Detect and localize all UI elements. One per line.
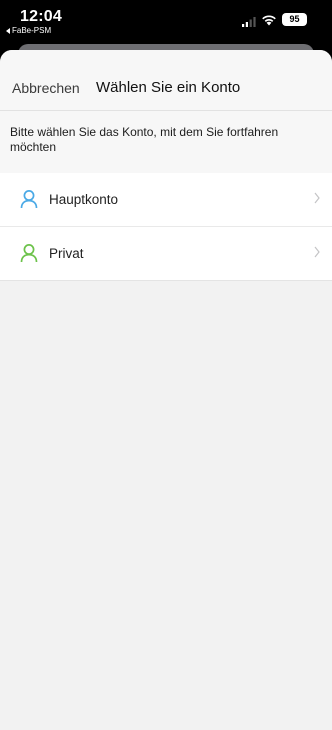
back-arrow-icon bbox=[6, 27, 10, 34]
back-app-label: FaBe-PSM bbox=[12, 26, 52, 35]
account-picker-sheet: Abbrechen Wählen Sie ein Konto Bitte wäh… bbox=[0, 50, 332, 730]
account-label: Hauptkonto bbox=[49, 192, 119, 207]
account-row-hauptkonto[interactable]: Hauptkonto bbox=[0, 173, 332, 226]
account-row-privat[interactable]: Privat bbox=[0, 226, 332, 280]
prompt-section: Bitte wählen Sie das Konto, mit dem Sie … bbox=[0, 111, 332, 173]
account-list: Hauptkonto Privat bbox=[0, 173, 332, 281]
chevron-right-icon bbox=[314, 246, 320, 258]
navigation-bar: Abbrechen Wählen Sie ein Konto bbox=[0, 50, 332, 111]
phone-screen: 12:04 FaBe-PSM 95 Abbrechen Wählen Sie e… bbox=[0, 0, 332, 730]
cellular-signal-icon bbox=[242, 17, 256, 27]
user-icon bbox=[20, 244, 38, 263]
status-time: 12:04 bbox=[20, 8, 62, 25]
chevron-right-icon bbox=[314, 192, 320, 204]
wifi-icon bbox=[262, 15, 276, 26]
account-label: Privat bbox=[49, 246, 84, 261]
back-to-app-link[interactable]: FaBe-PSM bbox=[6, 26, 51, 35]
user-icon bbox=[20, 190, 38, 209]
status-bar: 12:04 FaBe-PSM 95 bbox=[0, 0, 332, 46]
page-title: Wählen Sie ein Konto bbox=[96, 79, 241, 96]
prompt-text: Bitte wählen Sie das Konto, mit dem Sie … bbox=[10, 125, 279, 154]
cancel-button[interactable]: Abbrechen bbox=[12, 80, 80, 96]
battery-indicator: 95 bbox=[282, 13, 307, 26]
